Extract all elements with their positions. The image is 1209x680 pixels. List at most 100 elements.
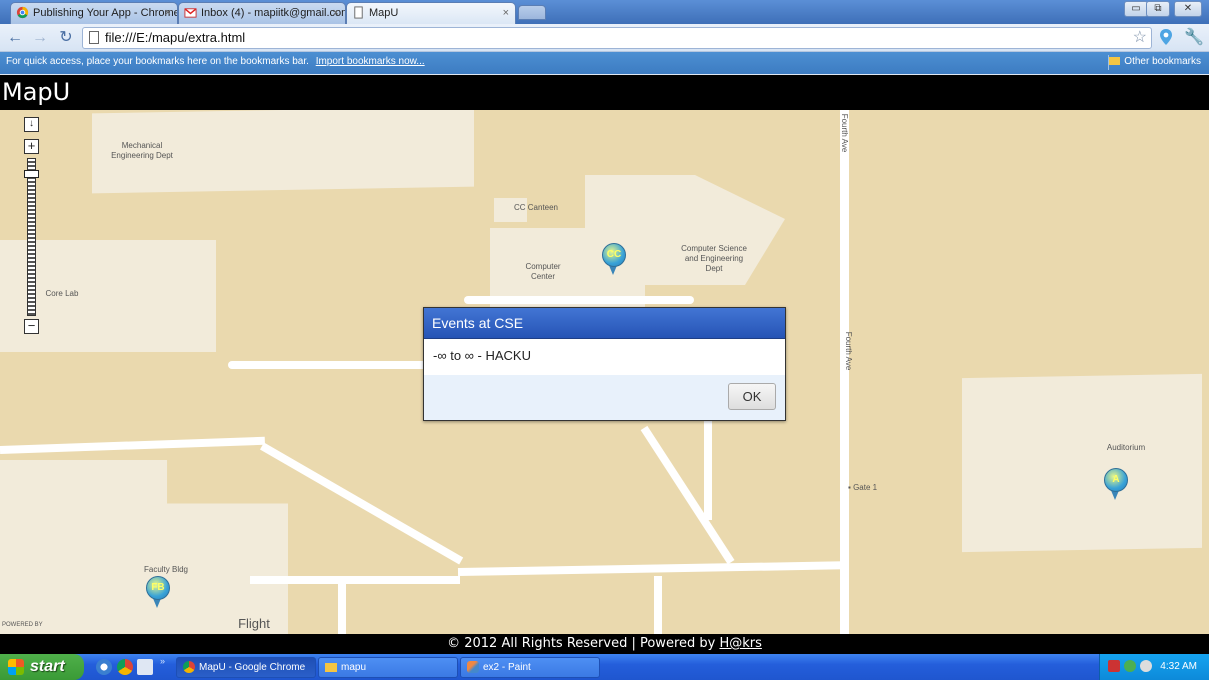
task-label: ex2 - Paint: [483, 662, 531, 673]
import-bookmarks-link[interactable]: Import bookmarks now...: [316, 56, 425, 67]
address-bar[interactable]: file:///E:/mapu/extra.html ☆: [82, 27, 1152, 49]
ok-button[interactable]: OK: [728, 383, 776, 410]
marker-label: A: [1104, 468, 1128, 492]
forward-arrow-icon[interactable]: →: [30, 28, 50, 48]
task-label: mapu: [341, 662, 367, 673]
road: [260, 442, 464, 565]
dialog-title: Events at CSE: [424, 308, 785, 339]
app-title: MapU: [2, 78, 71, 106]
marker-label: FB: [146, 576, 170, 600]
task-chrome[interactable]: MapU - Google Chrome: [176, 657, 316, 678]
label-mechanical: Mechanical Engineering Dept: [111, 141, 173, 160]
label-faculty: Faculty Bldg: [143, 565, 189, 574]
gmail-icon: [184, 8, 197, 18]
other-bookmarks-label: Other bookmarks: [1124, 56, 1201, 67]
tab-inbox[interactable]: Inbox (4) - mapiitk@gmail.com ×: [178, 2, 346, 24]
zoom-in-button[interactable]: +: [24, 139, 39, 154]
minimize-button[interactable]: ▭: [1124, 1, 1148, 17]
task-folder[interactable]: mapu: [318, 657, 458, 678]
bookmarks-bar: For quick access, place your bookmarks h…: [0, 52, 1209, 74]
restore-button[interactable]: ⧉: [1146, 1, 1170, 17]
events-dialog: Events at CSE -∞ to ∞ - HACKU OK: [423, 307, 786, 421]
maps-extension-icon[interactable]: [1156, 28, 1176, 48]
system-tray: 4:32 AM: [1099, 654, 1209, 680]
url-text: file:///E:/mapu/extra.html: [105, 30, 246, 45]
reload-icon[interactable]: ↻: [56, 28, 76, 48]
map-marker-cc[interactable]: CC: [602, 243, 628, 275]
tab-title: MapU: [369, 7, 399, 19]
clock[interactable]: 4:32 AM: [1160, 654, 1197, 680]
road: [250, 576, 460, 584]
app-header: MapU: [0, 75, 1209, 110]
map-marker-faculty[interactable]: FB: [146, 576, 172, 608]
road: [704, 410, 712, 520]
folder-icon: [1109, 57, 1121, 66]
zoom-out-button[interactable]: −: [24, 319, 39, 334]
tab-mapu[interactable]: MapU ×: [346, 2, 516, 24]
zoom-slider[interactable]: [27, 158, 36, 316]
powered-by-label: POWERED BY: [2, 622, 43, 628]
security-icon[interactable]: [1124, 660, 1136, 672]
zoom-slider-thumb[interactable]: [24, 170, 39, 178]
label-fourth-ave: Fourth Ave: [840, 113, 849, 153]
dialog-message: -∞ to ∞ - HACKU: [433, 348, 531, 363]
footer-brand-link[interactable]: H@krs: [719, 636, 761, 651]
road: [640, 425, 735, 565]
dialog-footer: OK: [424, 375, 785, 420]
task-label: MapU - Google Chrome: [199, 662, 306, 673]
network-icon[interactable]: [1108, 660, 1120, 672]
label-cse-dept: Computer Science and Engineering Dept: [681, 244, 747, 273]
chrome-icon: [183, 661, 195, 673]
marker-label: CC: [602, 243, 626, 267]
map-marker-auditorium[interactable]: A: [1104, 468, 1130, 500]
building-faculty: [0, 460, 288, 634]
label-core-lab: Core Lab: [45, 289, 79, 298]
tab-title: Inbox (4) - mapiitk@gmail.com: [201, 7, 346, 19]
back-arrow-icon[interactable]: ←: [5, 28, 25, 48]
chrome-icon[interactable]: [117, 659, 133, 675]
start-label: start: [30, 658, 65, 675]
label-computer-center: Computer Center: [525, 262, 561, 281]
page-icon: [89, 31, 99, 44]
task-paint[interactable]: ex2 - Paint: [460, 657, 600, 678]
tab-publishing[interactable]: Publishing Your App - Chrome ×: [10, 2, 178, 24]
star-icon[interactable]: ☆: [1133, 28, 1147, 48]
close-icon[interactable]: ×: [333, 3, 339, 23]
chevron-right-icon[interactable]: »: [160, 656, 165, 666]
wrench-icon[interactable]: 🔧: [1184, 28, 1204, 48]
wordpress-icon[interactable]: [96, 659, 112, 675]
building-auditorium: [962, 373, 1202, 553]
label-flight: Flight: [238, 616, 270, 631]
start-button[interactable]: start: [0, 654, 84, 680]
other-bookmarks-button[interactable]: Other bookmarks: [1109, 52, 1201, 72]
browser-tab-bar: Publishing Your App - Chrome × Inbox (4)…: [0, 0, 1209, 24]
bookmarks-hint: For quick access, place your bookmarks h…: [6, 56, 309, 67]
footer-text: © 2012 All Rights Reserved | Powered by: [447, 636, 720, 651]
label-fourth-ave: Fourth Ave: [844, 331, 853, 371]
road: [464, 296, 694, 304]
pan-down-button[interactable]: ↓: [24, 117, 39, 132]
label-gate: ▪ Gate 1: [848, 483, 878, 492]
new-tab-button[interactable]: [518, 5, 546, 20]
label-cc-canteen: CC Canteen: [513, 203, 559, 212]
page-icon: [354, 6, 363, 19]
road: [654, 576, 662, 634]
page-footer: © 2012 All Rights Reserved | Powered by …: [0, 634, 1209, 654]
road: [0, 436, 265, 454]
paint-icon: [467, 661, 479, 673]
app-icon[interactable]: [137, 659, 153, 675]
tab-title: Publishing Your App - Chrome: [33, 7, 178, 19]
road: [228, 361, 428, 369]
close-icon[interactable]: ×: [165, 3, 171, 23]
chrome-icon: [16, 6, 29, 19]
road: [457, 561, 844, 576]
browser-toolbar: ← → ↻ file:///E:/mapu/extra.html ☆ 🔧: [0, 24, 1209, 52]
windows-logo-icon: [8, 659, 24, 675]
close-icon[interactable]: ×: [503, 3, 509, 23]
volume-icon[interactable]: [1140, 660, 1152, 672]
label-auditorium: Auditorium: [1106, 443, 1146, 452]
windows-taskbar: start » MapU - Google Chrome mapu ex2 - …: [0, 654, 1209, 680]
close-window-button[interactable]: ✕: [1174, 1, 1202, 17]
road: [338, 580, 346, 634]
folder-icon: [325, 663, 337, 672]
